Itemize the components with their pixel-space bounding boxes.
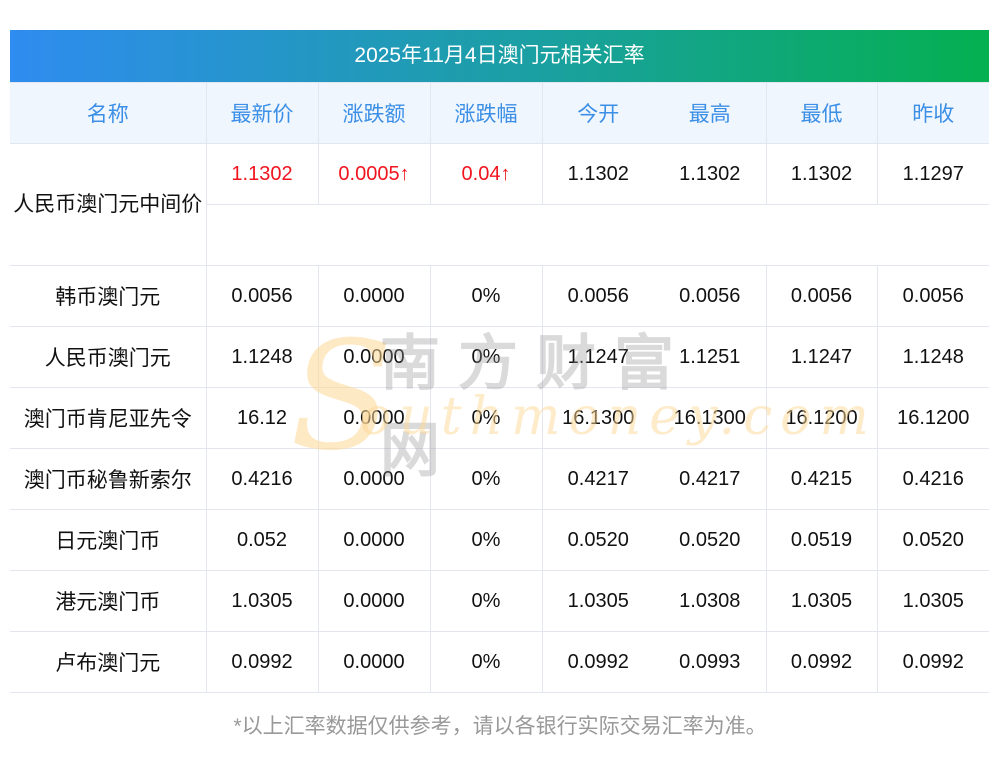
cell-low: 0.4215 (765, 448, 878, 510)
col-header-prev: 昨收 (876, 82, 989, 144)
col-header-name: 名称 (10, 82, 207, 144)
cell-change: 0.0000 (317, 387, 431, 449)
cell-change: 0.0000 (317, 509, 431, 571)
cell-pct: 0% (429, 631, 543, 693)
table-row: 人民币澳门元中间价 1.1302 0.0005↑ 0.04↑ 1.1302 1.… (10, 143, 989, 266)
cell-change: 0.0000 (317, 265, 431, 327)
cell-high: 16.1300 (654, 387, 767, 449)
cell-open: 1.0305 (541, 570, 654, 632)
cell-pct: 0% (429, 387, 543, 449)
cell-low: 0.0992 (765, 631, 878, 693)
cell-change: 0.0000 (317, 326, 431, 388)
cell-open: 16.1300 (541, 387, 654, 449)
cell-pct: 0% (429, 265, 543, 327)
cell-low: 1.1247 (765, 326, 878, 388)
cell-prev: 0.0992 (876, 631, 989, 693)
table-row: 港元澳门币 1.0305 0.0000 0% 1.0305 1.0308 1.0305 1.0… (10, 570, 989, 632)
cell-high: 0.0520 (654, 509, 767, 571)
row-name: 卢布澳门元 (10, 631, 207, 693)
header-row: 名称 最新价 涨跌额 涨跌幅 今开 最高 最低 昨收 (10, 82, 989, 144)
cell-change: 0.0005↑ (317, 143, 431, 205)
col-header-latest: 最新价 (205, 82, 319, 144)
cell-open: 0.4217 (541, 448, 654, 510)
cell-low: 1.1302 (765, 143, 878, 205)
cell-prev: 1.0305 (876, 570, 989, 632)
cell-low: 1.0305 (765, 570, 878, 632)
cell-change: 0.0000 (317, 631, 431, 693)
row-name: 人民币澳门元中间价 (10, 143, 207, 266)
cell-latest: 0.052 (205, 509, 319, 571)
col-header-open: 今开 (541, 82, 654, 144)
table-title: 2025年11月4日澳门元相关汇率 (10, 30, 989, 82)
cell-high: 0.0993 (654, 631, 767, 693)
col-header-low: 最低 (765, 82, 878, 144)
cell-low: 0.0519 (765, 509, 878, 571)
cell-open: 0.0520 (541, 509, 654, 571)
col-header-change: 涨跌额 (317, 82, 431, 144)
cell-prev: 0.0520 (876, 509, 989, 571)
cell-open: 0.0056 (541, 265, 654, 327)
cell-pct: 0% (429, 570, 543, 632)
table-row: 韩币澳门元 0.0056 0.0000 0% 0.0056 0.0056 0.0056 0.0… (10, 265, 989, 327)
cell-change: 0.0000 (317, 448, 431, 510)
table-row: 澳门币秘鲁新索尔 0.4216 0.0000 0% 0.4217 0.4217 0.4215… (10, 448, 989, 510)
cell-pct: 0% (429, 326, 543, 388)
col-header-pct: 涨跌幅 (429, 82, 543, 144)
cell-latest: 1.0305 (205, 570, 319, 632)
cell-pct: 0.04↑ (429, 143, 543, 205)
cell-latest: 1.1302 (205, 143, 319, 205)
cell-prev: 0.0056 (876, 265, 989, 327)
table-row: 卢布澳门元 0.0992 0.0000 0% 0.0992 0.0993 0.0992 0.0… (10, 631, 989, 693)
cell-low: 16.1200 (765, 387, 878, 449)
cell-high: 1.1302 (654, 143, 767, 205)
cell-low: 0.0056 (765, 265, 878, 327)
cell-latest: 1.1248 (205, 326, 319, 388)
row-name: 港元澳门币 (10, 570, 207, 632)
cell-latest: 0.0992 (205, 631, 319, 693)
cell-open: 0.0992 (541, 631, 654, 693)
cell-open: 1.1302 (541, 143, 654, 205)
cell-prev: 1.1297 (876, 143, 989, 205)
row-name: 人民币澳门元 (10, 326, 207, 388)
cell-high: 1.1251 (654, 326, 767, 388)
row-name: 韩币澳门元 (10, 265, 207, 327)
empty-cell (205, 204, 989, 266)
cell-high: 0.0056 (654, 265, 767, 327)
cell-prev: 0.4216 (876, 448, 989, 510)
cell-change: 0.0000 (317, 570, 431, 632)
row-name: 澳门币秘鲁新索尔 (10, 448, 207, 510)
row-name: 日元澳门币 (10, 509, 207, 571)
cell-latest: 0.4216 (205, 448, 319, 510)
cell-latest: 16.12 (205, 387, 319, 449)
table-row: 澳门币肯尼亚先令 16.12 0.0000 0% 16.1300 16.1300 16.12… (10, 387, 989, 449)
cell-latest: 0.0056 (205, 265, 319, 327)
cell-prev: 1.1248 (876, 326, 989, 388)
cell-prev: 16.1200 (876, 387, 989, 449)
table-row: 人民币澳门元 1.1248 0.0000 0% 1.1247 1.1251 1.1247 1.… (10, 326, 989, 388)
cell-high: 1.0308 (654, 570, 767, 632)
cell-pct: 0% (429, 448, 543, 510)
cell-high: 0.4217 (654, 448, 767, 510)
cell-open: 1.1247 (541, 326, 654, 388)
exchange-rate-table: 名称 最新价 涨跌额 涨跌幅 今开 最高 最低 昨收 人民币澳门元中间价 1.1… (10, 82, 989, 693)
table-row: 日元澳门币 0.052 0.0000 0% 0.0520 0.0520 0.0519 0.05… (10, 509, 989, 571)
disclaimer-footer: *以上汇率数据仅供参考，请以各银行实际交易汇率为准。 (233, 715, 767, 738)
row-name: 澳门币肯尼亚先令 (10, 387, 207, 449)
col-header-high: 最高 (654, 82, 767, 144)
cell-pct: 0% (429, 509, 543, 571)
